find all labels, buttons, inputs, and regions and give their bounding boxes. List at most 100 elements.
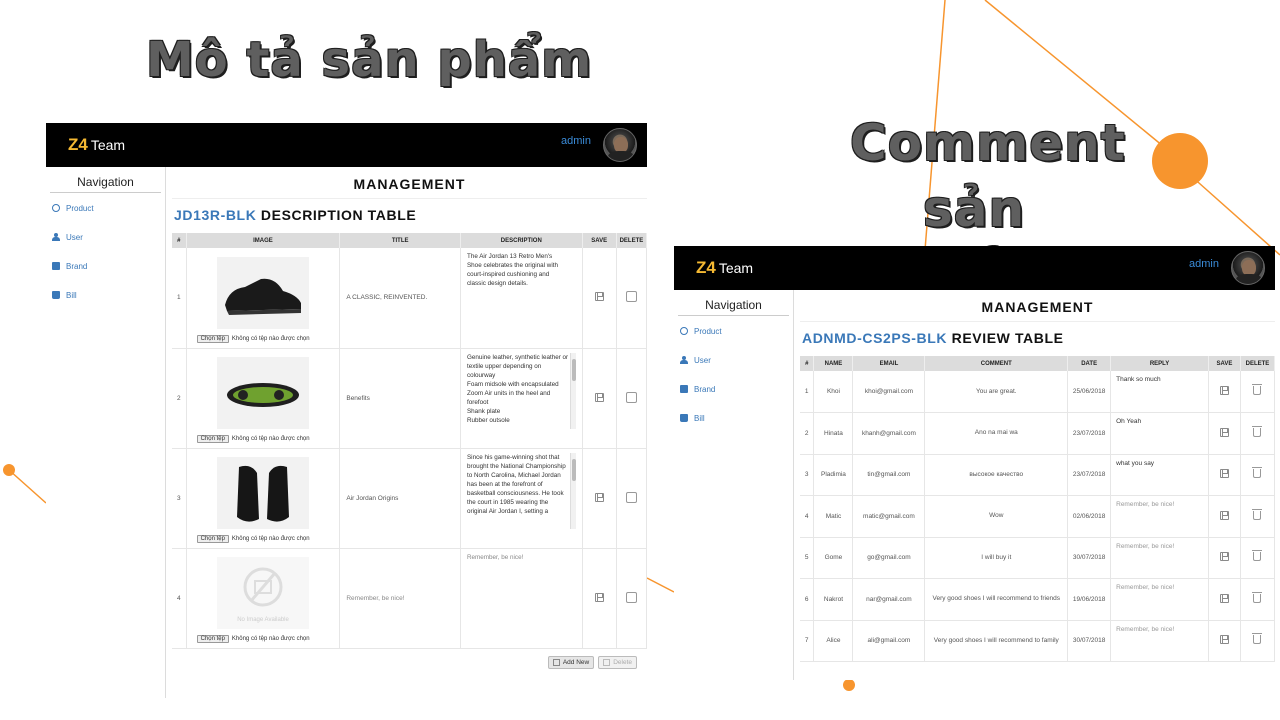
scrollbar[interactable] — [569, 452, 576, 529]
delete-checkbox[interactable] — [625, 491, 637, 503]
row-number: 2 — [800, 412, 815, 455]
title-cell[interactable]: Remember, be nice! — [339, 548, 461, 649]
no-image-text: No Image Available — [237, 617, 289, 623]
brand-logo[interactable]: Z4 Team — [68, 135, 125, 155]
brand-name: Team — [718, 260, 754, 276]
reply-field[interactable]: Remember, be nice! — [1110, 578, 1209, 621]
col-header-num: # — [172, 233, 187, 248]
description-text[interactable]: Remember, be nice! — [467, 553, 576, 629]
sidebar-item-product[interactable]: Product — [46, 194, 165, 222]
delete-cell — [1240, 495, 1275, 538]
reviewer-email: go@gmail.com — [852, 537, 926, 579]
admin-user-link[interactable]: admin — [1189, 258, 1219, 270]
add-new-button[interactable]: Add New — [547, 655, 595, 669]
title-cell[interactable]: Air Jordan Origins — [339, 448, 461, 549]
title-cell[interactable]: Benefits — [339, 348, 461, 449]
reviewer-email: matic@gmail.com — [852, 495, 926, 538]
choose-file-button[interactable]: Chọn tệp — [196, 635, 229, 643]
image-cell: Chọn tệp Không có tệp nào được chọn — [186, 448, 341, 549]
description-cell[interactable]: Since his game-winning shot that brought… — [460, 448, 583, 549]
slide: Mô tả sản phẩm Comment sản phẩm Z4Team a… — [0, 0, 1280, 720]
save-icon[interactable] — [594, 492, 604, 502]
trash-icon[interactable] — [1252, 384, 1263, 395]
delete-button[interactable]: Delete — [598, 655, 637, 669]
product-icon — [52, 204, 60, 212]
delete-checkbox[interactable] — [625, 591, 637, 603]
sidebar-item-brand[interactable]: Brand — [46, 252, 165, 280]
choose-file-button[interactable]: Chọn tệp — [196, 334, 229, 343]
save-icon[interactable] — [1219, 552, 1229, 562]
brand-logo[interactable]: Z4 Team — [696, 258, 753, 278]
file-status: Không có tệp nào được chọn — [231, 536, 310, 542]
delete-cell — [616, 548, 647, 649]
delete-cell — [1240, 371, 1275, 413]
product-image[interactable] — [216, 357, 309, 429]
save-icon[interactable] — [1219, 386, 1229, 395]
scrollbar[interactable] — [569, 352, 576, 429]
sidebar: Navigation Product User Brand Bill — [674, 290, 794, 680]
save-icon[interactable] — [1219, 593, 1229, 603]
product-image[interactable] — [216, 256, 309, 329]
reply-field[interactable]: Oh Yeah — [1110, 412, 1209, 455]
reviewer-name: Gome — [813, 537, 854, 579]
col-header-reply: REPLY — [1110, 356, 1209, 371]
reply-field[interactable]: Remember, be nice! — [1110, 537, 1209, 579]
description-cell[interactable]: Remember, be nice! — [460, 548, 583, 649]
trash-icon[interactable] — [1252, 550, 1263, 562]
review-date: 19/06/2018 — [1067, 578, 1112, 621]
reply-field[interactable]: Remember, be nice! — [1110, 620, 1209, 662]
description-cell[interactable]: Genuine leather, synthetic leather or te… — [460, 348, 583, 449]
trash-icon[interactable] — [1252, 467, 1263, 479]
user-icon — [52, 233, 60, 241]
brand-name: Team — [90, 137, 126, 153]
sidebar-item-product[interactable]: Product — [674, 317, 793, 345]
reply-field[interactable]: what you say — [1110, 454, 1209, 496]
save-cell — [582, 548, 617, 649]
reply-field[interactable]: Thank so much — [1110, 371, 1209, 413]
product-image[interactable]: No Image Available — [216, 557, 309, 629]
comment-text: Very good shoes I will recommend to fami… — [924, 620, 1069, 662]
admin-user-link[interactable]: admin — [561, 135, 591, 147]
sidebar-item-brand[interactable]: Brand — [674, 375, 793, 403]
sidebar-item-user[interactable]: User — [674, 346, 793, 374]
save-icon[interactable] — [1219, 469, 1229, 479]
sidebar-item-bill[interactable]: Bill — [46, 281, 165, 309]
delete-checkbox[interactable] — [625, 291, 637, 303]
nav-title: Navigation — [50, 175, 161, 193]
reviewer-email: ali@gmail.com — [852, 620, 926, 662]
avatar[interactable] — [1231, 251, 1265, 285]
sidebar-item-user[interactable]: User — [46, 223, 165, 251]
table-row: 2 Hinata khanh@gmail.com Ano na mai wa 23/07… — [800, 412, 1275, 455]
table-row: 4 Matic matic@gmail.com Wow 02/06/2018 Rememb… — [800, 495, 1275, 538]
trash-icon[interactable] — [1252, 633, 1263, 645]
review-date: 23/07/2018 — [1067, 454, 1112, 496]
save-icon[interactable] — [594, 292, 604, 302]
avatar[interactable] — [603, 128, 637, 162]
description-text[interactable]: Genuine leather, synthetic leather or te… — [467, 352, 576, 429]
choose-file-button[interactable]: Chọn tệp — [196, 435, 229, 443]
table-row: 1 Chọn tệp Không có tệp nào được chọn A C… — [172, 248, 647, 349]
trash-icon[interactable] — [1252, 591, 1263, 603]
description-cell[interactable]: The Air Jordan 13 Retro Men's Shoe celeb… — [460, 248, 583, 349]
table-heading: ADNMD-CS2PS-BLK REVIEW TABLE — [802, 330, 1275, 346]
save-icon[interactable] — [594, 592, 604, 602]
title-cell[interactable]: A CLASSIC, REINVENTED. — [339, 248, 461, 349]
reviewer-email: khanh@gmail.com — [852, 412, 926, 455]
trash-icon[interactable] — [1252, 508, 1263, 520]
sidebar-item-bill[interactable]: Bill — [674, 404, 793, 432]
choose-file-button[interactable]: Chọn tệp — [196, 535, 229, 543]
sidebar-item-label: Brand — [694, 384, 716, 394]
save-cell — [582, 248, 617, 349]
description-text[interactable]: Since his game-winning shot that brought… — [467, 452, 576, 529]
description-text[interactable]: The Air Jordan 13 Retro Men's Shoe celeb… — [467, 252, 576, 328]
delete-cell — [1240, 537, 1275, 579]
product-image[interactable] — [216, 457, 309, 529]
save-icon[interactable] — [1219, 510, 1229, 520]
save-cell — [582, 448, 617, 549]
save-icon[interactable] — [1219, 635, 1229, 645]
save-icon[interactable] — [1219, 427, 1229, 437]
reply-field[interactable]: Remember, be nice! — [1110, 495, 1209, 538]
trash-icon[interactable] — [1252, 425, 1263, 437]
save-icon[interactable] — [594, 392, 604, 402]
delete-checkbox[interactable] — [625, 391, 637, 403]
